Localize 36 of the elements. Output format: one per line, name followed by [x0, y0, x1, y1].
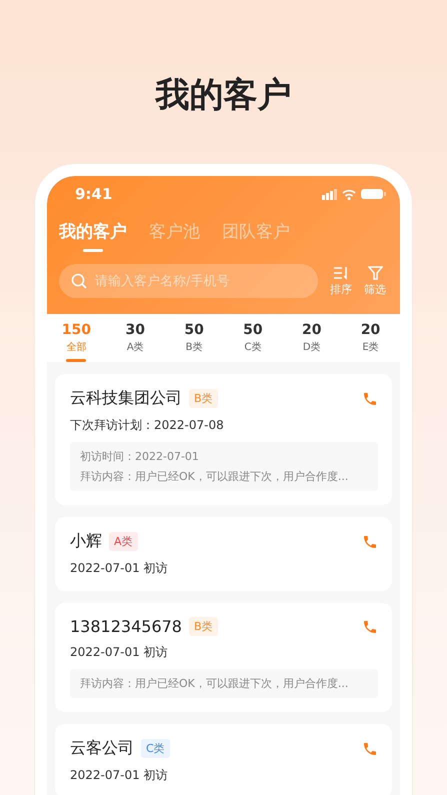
category-tag: C类	[141, 739, 170, 758]
sort-icon	[333, 266, 349, 280]
category-tab[interactable]: 50 C类	[223, 322, 282, 362]
phone-icon[interactable]	[362, 534, 378, 550]
customer-name: 云科技集团公司	[70, 388, 182, 409]
category-tab[interactable]: 20 E类	[341, 322, 400, 362]
customer-card[interactable]: 13812345678 B类 2022-07-01 初访 拜访内容：用户已经OK，可以跟进下次，用户合作度...	[55, 603, 392, 712]
customer-name: 云客公司	[70, 738, 134, 759]
category-tag: B类	[189, 389, 218, 408]
visit-info: 下次拜访计划：2022-07-08	[70, 417, 225, 434]
category-tab[interactable]: 20 D类	[282, 322, 342, 362]
customer-card[interactable]: 小辉 A类 2022-07-01 初访	[55, 517, 392, 591]
signal-icon	[322, 188, 337, 200]
status-time: 9:41	[75, 185, 112, 203]
detail-text: 拜访内容：用户已经OK，可以跟进下次，用户合作度...	[80, 676, 350, 691]
phone-icon[interactable]	[362, 618, 378, 634]
customer-name: 小辉	[70, 531, 102, 552]
search-icon	[71, 273, 87, 289]
battery-icon	[361, 189, 386, 199]
category-tag: A类	[109, 532, 138, 551]
detail-text: 拜访内容：用户已经OK，可以跟进下次，用户合作度...	[80, 469, 350, 484]
phone-icon[interactable]	[362, 740, 378, 756]
visit-info: 2022-07-01 初访	[70, 560, 169, 577]
category-tab[interactable]: 50 B类	[164, 322, 224, 362]
detail-text: 初访时间：2022-07-01	[80, 449, 200, 464]
category-tab[interactable]: 30 A类	[106, 322, 165, 362]
wifi-icon	[342, 188, 356, 200]
phone-icon[interactable]	[362, 390, 378, 406]
customer-card[interactable]: 云客公司 C类 2022-07-01 初访	[55, 724, 392, 795]
page-title: 我的客户	[156, 74, 292, 117]
filter-icon	[368, 266, 382, 280]
customer-name: 13812345678	[70, 617, 182, 636]
category-tag: B类	[188, 617, 218, 636]
customer-card[interactable]: 云科技集团公司 B类 下次拜访计划：2022-07-08 初访时间：2022-07-01 拜访内容：用户已经OK，可以跟进下次，用户合作度...	[55, 374, 392, 505]
visit-info: 2022-07-01 初访	[70, 644, 169, 661]
visit-info: 2022-07-01 初访	[70, 767, 169, 784]
